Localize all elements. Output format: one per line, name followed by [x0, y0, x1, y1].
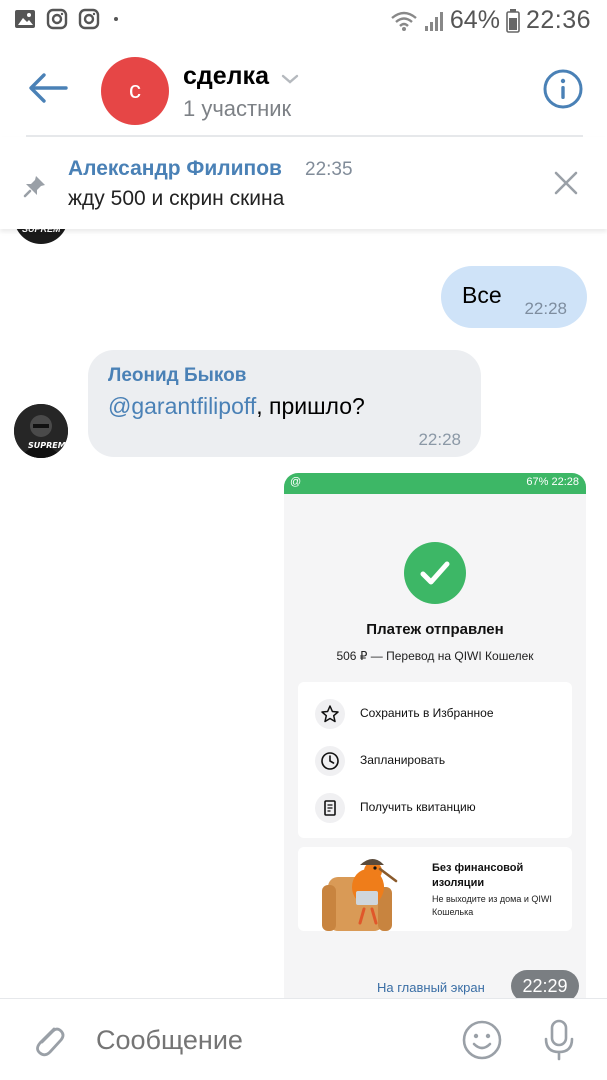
- payment-subtitle: 506 ₽ — Перевод на QIWI Кошелек: [336, 649, 534, 663]
- success-check-icon: [404, 542, 466, 604]
- clock-icon: [315, 746, 345, 776]
- message-text: Все: [462, 282, 502, 308]
- status-bar: 64% 22:36: [0, 0, 607, 44]
- instagram-icon: [46, 8, 68, 30]
- message-input[interactable]: [96, 1025, 436, 1056]
- receipt-icon: [315, 793, 345, 823]
- action-label: Запланировать: [360, 753, 446, 767]
- home-screen-link: На главный экран: [377, 980, 485, 995]
- actions-card: Сохранить в Избранное Запланировать Полу…: [298, 682, 572, 838]
- dot-icon: [114, 17, 118, 21]
- action-label: Сохранить в Избранное: [360, 706, 494, 720]
- avatar-photo: SUPREM: [14, 404, 68, 458]
- gallery-icon: [15, 10, 35, 28]
- status-left-icons: [14, 8, 122, 30]
- promo-text: Не выходите из дома и QIWI Кошелька: [432, 894, 552, 917]
- action-receipt: Получить квитанцию: [298, 785, 572, 831]
- star-icon: [315, 699, 345, 729]
- status-right: 64% 22:36: [390, 6, 591, 35]
- battery-icon: [506, 8, 520, 33]
- message-text: @garantfilipoff, пришло?: [108, 393, 365, 420]
- payment-title: Платеж отправлен: [366, 621, 504, 638]
- emoji-icon[interactable]: [461, 1019, 503, 1061]
- action-schedule: Запланировать: [298, 738, 572, 784]
- svg-text:SUPREM: SUPREM: [28, 441, 66, 450]
- message-time: 22:28: [418, 430, 461, 449]
- battery-percent: 64%: [449, 6, 500, 34]
- message-composer: [0, 998, 607, 1080]
- clock: 22:36: [525, 6, 591, 34]
- promo-banner: Без финансовой изоляции Не выходите из д…: [298, 847, 572, 931]
- pinned-time: 22:35: [305, 159, 353, 180]
- message-time: 22:28: [524, 299, 567, 318]
- screenshot-status-right: 67% 22:28: [526, 476, 579, 488]
- action-save-favorite: Сохранить в Избранное: [298, 691, 572, 737]
- chat-avatar[interactable]: с: [101, 57, 169, 125]
- photo-attachment[interactable]: @ 67% 22:28 Платеж отправлен 506 ₽ — Пер…: [284, 473, 586, 1000]
- instagram-icon: [78, 8, 100, 30]
- pinned-message[interactable]: Александр Филипов 22:35 жду 500 и скрин …: [0, 137, 607, 229]
- mention-link[interactable]: @garantfilipoff: [108, 393, 256, 419]
- signal-icon: [424, 11, 443, 31]
- screenshot-status-bar: @ 67% 22:28: [284, 473, 586, 494]
- wifi-icon: [391, 11, 417, 31]
- info-icon[interactable]: [542, 68, 584, 110]
- chat-header: с сделка 1 участник: [0, 44, 607, 136]
- screenshot-status-left: @: [290, 476, 302, 488]
- outgoing-message[interactable]: Все 22:28: [441, 266, 587, 328]
- avatar[interactable]: SUPREM: [14, 404, 68, 458]
- incoming-message[interactable]: Леонид Быков @garantfilipoff, пришло? 22…: [88, 350, 481, 457]
- back-arrow-icon[interactable]: [24, 68, 72, 108]
- message-author[interactable]: Леонид Быков: [108, 365, 246, 387]
- pin-icon: [23, 176, 45, 198]
- kiwi-bird-illustration: [322, 859, 398, 931]
- attachment-icon[interactable]: [28, 1019, 68, 1063]
- close-icon[interactable]: [552, 169, 580, 197]
- message-body: , пришло?: [256, 393, 365, 419]
- pinned-author: Александр Филипов: [68, 157, 282, 180]
- action-label: Получить квитанцию: [360, 800, 476, 814]
- microphone-icon[interactable]: [541, 1018, 577, 1062]
- chat-title[interactable]: сделка: [183, 62, 269, 91]
- chat-member-count: 1 участник: [183, 96, 292, 121]
- pinned-text: жду 500 и скрин скина: [68, 187, 285, 210]
- chevron-down-icon[interactable]: [280, 72, 300, 86]
- promo-title: Без финансовой изоляции: [432, 862, 524, 889]
